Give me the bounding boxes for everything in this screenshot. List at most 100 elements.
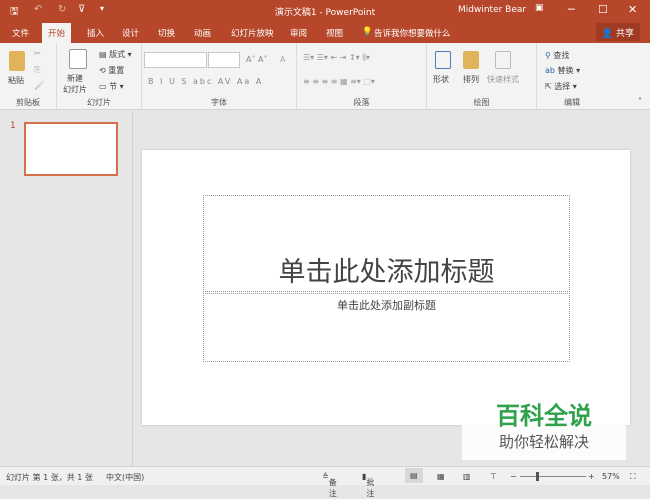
group-drawing: 形状 排列 快速样式 绘图 xyxy=(427,43,537,110)
window-title: 演示文稿1 - PowerPoint xyxy=(274,8,376,18)
minimize-button[interactable]: ─ xyxy=(568,3,575,16)
arrange-button[interactable]: 排列 xyxy=(463,74,479,85)
layout-label: 版式 xyxy=(109,50,126,59)
increase-font-icon[interactable]: A˄ A˅ xyxy=(246,55,268,64)
find-button[interactable]: ⚲ 查找 xyxy=(545,50,569,61)
watermark: 百科全说 助你轻松解决 xyxy=(462,392,626,460)
zoom-in-button[interactable]: + xyxy=(588,472,595,481)
close-button[interactable]: ✕ xyxy=(628,3,637,16)
status-bar: 幻灯片 第 1 张，共 1 张 中文(中国) ≙ 备注 ▮ 批注 ▤ ▦ ▥ ⊤… xyxy=(0,466,650,498)
shapes-button[interactable]: 形状 xyxy=(433,74,449,85)
reset-button[interactable]: ⟲ 重置 xyxy=(99,65,124,76)
change-case-button[interactable]: Aa xyxy=(237,77,251,86)
title-bar: 🖫 ↶ ↻ ⊽ ▾ 演示文稿1 - PowerPoint Midwinter B… xyxy=(0,0,650,21)
collapse-ribbon-icon[interactable]: ˄ xyxy=(638,97,642,106)
tab-view[interactable]: 视图 xyxy=(326,27,343,39)
paste-button[interactable]: 粘贴 xyxy=(8,75,24,86)
subtitle-placeholder[interactable]: 单击此处添加副标题 xyxy=(203,293,570,362)
new-slide-icon[interactable] xyxy=(69,49,87,69)
find-label: 查找 xyxy=(553,51,570,60)
cursor-icon: ⇱ xyxy=(545,82,552,91)
slide-sorter-button[interactable]: ▦ xyxy=(437,472,445,481)
slideshow-button[interactable]: ⊤ xyxy=(490,472,497,481)
ribbon: 粘贴 ✂ ⎘ 🖌 剪贴板 新建 幻灯片 ▤ 版式 ▾ ⟲ 重置 ▭ 节 ▾ 幻灯… xyxy=(0,43,650,110)
zoom-level[interactable]: 57% xyxy=(602,472,620,481)
slide-thumbnail[interactable] xyxy=(24,122,118,176)
section-button[interactable]: ▭ 节 ▾ xyxy=(99,81,124,92)
reading-view-button[interactable]: ▥ xyxy=(463,472,471,481)
select-button[interactable]: ⇱ 选择 ▾ xyxy=(545,81,577,92)
font-format-buttons[interactable]: B I U S abc AV Aa A xyxy=(148,77,263,86)
italic-button[interactable]: I xyxy=(160,77,164,86)
slide-number: 1 xyxy=(10,121,16,131)
new-slide-button[interactable]: 新建 幻灯片 xyxy=(63,73,87,95)
format-painter-icon[interactable]: 🖌 xyxy=(34,81,44,90)
normal-view-button[interactable]: ▤ xyxy=(405,468,423,483)
font-size-dropdown[interactable] xyxy=(208,52,240,68)
maximize-button[interactable]: ☐ xyxy=(598,3,608,16)
font-name-dropdown[interactable] xyxy=(144,52,207,68)
quick-styles-button[interactable]: 快速样式 xyxy=(487,74,519,85)
slide-canvas: 单击此处添加标题 单击此处添加副标题 xyxy=(142,150,630,425)
list-icons[interactable]: ☰▾ ☰▾ ⇤ ⇥ ↕▾ ⫼▾ xyxy=(303,53,370,63)
replace-button[interactable]: ab 替换 ▾ xyxy=(545,65,580,76)
group-label: 幻灯片 xyxy=(87,98,111,107)
shapes-icon[interactable] xyxy=(435,51,451,69)
language[interactable]: 中文(中国) xyxy=(106,472,144,483)
tab-insert[interactable]: 插入 xyxy=(87,27,104,39)
cut-icon[interactable]: ✂ xyxy=(34,49,41,58)
underline-button[interactable]: U xyxy=(169,77,177,86)
title-placeholder[interactable]: 单击此处添加标题 xyxy=(203,195,570,292)
user-name[interactable]: Midwinter Bear xyxy=(458,5,526,15)
copy-icon[interactable]: ⎘ xyxy=(34,65,40,75)
watermark-brand: 百科全说 xyxy=(496,402,592,430)
zoom-slider-thumb[interactable] xyxy=(536,472,540,481)
share-button[interactable]: 👤 共享 xyxy=(595,23,640,41)
group-label: 段落 xyxy=(353,98,370,107)
comments-label: 批注 xyxy=(366,478,375,498)
ribbon-display-icon[interactable]: ▣ xyxy=(535,3,544,13)
reset-label: 重置 xyxy=(108,66,125,75)
strikethrough-button[interactable]: abc xyxy=(193,77,213,86)
tab-file[interactable]: 文件 xyxy=(12,27,29,39)
layout-button[interactable]: ▤ 版式 ▾ xyxy=(99,49,132,60)
char-spacing-button[interactable]: AV xyxy=(218,77,232,86)
clear-formatting-icon[interactable]: A xyxy=(280,55,285,64)
comments-button[interactable]: ▮ 批注 xyxy=(362,472,374,498)
group-font: A˄ A˅ A B I U S abc AV Aa A 字体 xyxy=(142,43,297,110)
tell-me-search[interactable]: 告诉我你想要做什么 xyxy=(374,27,451,39)
quick-styles-icon[interactable] xyxy=(495,51,511,69)
replace-icon: ab xyxy=(545,66,555,75)
bold-button[interactable]: B xyxy=(148,77,156,86)
watermark-slogan: 助你轻松解决 xyxy=(498,433,589,451)
section-label: 节 xyxy=(109,82,118,91)
zoom-out-button[interactable]: − xyxy=(510,472,517,481)
paste-icon[interactable] xyxy=(9,51,25,71)
subtitle-placeholder-text[interactable]: 单击此处添加副标题 xyxy=(204,297,569,313)
group-label: 编辑 xyxy=(564,98,580,107)
title-placeholder-text[interactable]: 单击此处添加标题 xyxy=(204,250,569,289)
thumbnail-pane: 1 xyxy=(0,111,133,466)
group-slides: 新建 幻灯片 ▤ 版式 ▾ ⟲ 重置 ▭ 节 ▾ 幻灯片 xyxy=(57,43,142,110)
tab-transitions[interactable]: 切换 xyxy=(158,27,175,39)
font-color-button[interactable]: A xyxy=(256,77,263,86)
fit-to-window-icon[interactable]: ⛶ xyxy=(630,472,636,482)
ribbon-tabs: 文件 开始 插入 设计 切换 动画 幻灯片放映 审阅 视图 💡 告诉我你想要做什… xyxy=(0,21,650,43)
shadow-button[interactable]: S xyxy=(181,77,188,86)
arrange-icon[interactable] xyxy=(463,51,479,69)
tab-slideshow[interactable]: 幻灯片放映 xyxy=(231,27,274,39)
group-label: 剪贴板 xyxy=(16,98,40,107)
tab-animations[interactable]: 动画 xyxy=(194,27,211,39)
align-icons[interactable]: ≡ ≡ ≡ ≡ ▦ ≡▾ ⬚▾ xyxy=(303,77,375,86)
tab-home[interactable]: 开始 xyxy=(42,23,72,43)
zoom-slider[interactable] xyxy=(520,472,586,481)
group-label: 字体 xyxy=(211,98,227,107)
slide-info: 幻灯片 第 1 张，共 1 张 xyxy=(6,473,93,482)
tab-design[interactable]: 设计 xyxy=(122,27,139,39)
notes-button[interactable]: ≙ 备注 xyxy=(322,472,337,498)
search-icon: ⚲ xyxy=(545,51,551,60)
group-editing: ⚲ 查找 ab 替换 ▾ ⇱ 选择 ▾ 编辑 xyxy=(537,43,607,110)
select-label: 选择 xyxy=(554,82,571,91)
group-clipboard: 粘贴 ✂ ⎘ 🖌 剪贴板 xyxy=(0,43,57,110)
tab-review[interactable]: 审阅 xyxy=(290,27,307,39)
